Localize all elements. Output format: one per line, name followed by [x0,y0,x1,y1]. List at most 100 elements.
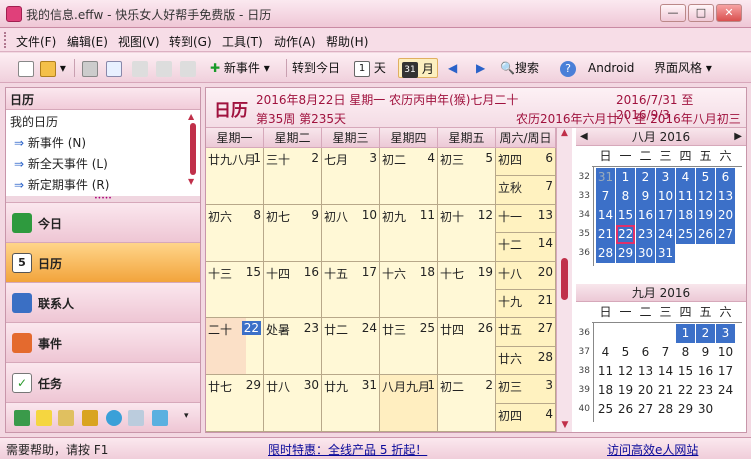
day-cell[interactable]: 八月九月 1 [380,375,438,432]
close-button[interactable]: ✕ [716,4,742,22]
weekend-cell[interactable]: 廿六 28 [496,346,556,376]
scroll-thumb[interactable] [190,123,196,175]
search-button[interactable]: 🔍搜索 [500,58,539,78]
mini-day[interactable]: 27 [636,400,655,419]
mini-day[interactable]: 8 [676,343,695,362]
menu-view[interactable]: 视图(V) [118,33,160,50]
memo-icon[interactable] [36,410,52,426]
mini-day[interactable]: 1 [676,324,695,343]
day-cell[interactable]: 初六 8 [206,204,264,262]
mini-day[interactable]: 30 [696,400,715,419]
mini-day[interactable]: 17 [656,206,675,225]
mini-day[interactable]: 18 [596,381,615,400]
mini-day[interactable]: 2 [696,324,715,343]
weekend-cell[interactable]: 立秋 7 [496,176,556,205]
mini-day[interactable]: 19 [616,381,635,400]
mini-day[interactable]: 16 [636,206,655,225]
android-button[interactable]: Android [588,58,634,78]
scroll-thumb[interactable] [561,258,568,300]
new-doc-button[interactable] [18,58,34,78]
day-cell[interactable]: 廿八 30 [264,375,322,432]
weekend-cell[interactable]: 十九 21 [496,290,556,319]
mini-day[interactable]: 22 [616,225,635,244]
nav-events[interactable]: 事件 [6,322,200,362]
nav-today[interactable]: 今日 [6,202,200,242]
mini-day[interactable]: 13 [636,362,655,381]
menu-file[interactable]: 文件(F) [16,33,56,50]
day-cell[interactable]: 廿二 24 [322,318,380,376]
chevron-down-icon[interactable]: ▾ [184,411,189,421]
find-icon[interactable] [128,410,144,426]
preview-button[interactable] [106,58,122,78]
weekend-cell[interactable]: 初四 4 [496,403,556,432]
day-cell[interactable]: 初七 9 [264,204,322,262]
mini-day[interactable]: 3 [656,168,675,187]
weekend-cell[interactable]: 初三 3 [496,375,556,404]
mini-day[interactable]: 7 [596,187,615,206]
documents-icon[interactable] [58,410,74,426]
notes-icon[interactable] [14,410,30,426]
day-cell[interactable]: 初三 5 [438,148,496,205]
day-cell[interactable]: 十三 15 [206,261,264,319]
mini-day[interactable]: 5 [696,168,715,187]
mini-day[interactable]: 28 [596,244,615,263]
day-cell[interactable]: 初八 10 [322,204,380,262]
mini-day[interactable]: 13 [716,187,735,206]
mini-day[interactable]: 10 [656,187,675,206]
day-cell[interactable]: 初十 12 [438,204,496,262]
action-new-recurring-event[interactable]: ⇒ 新定期事件 (R) [14,176,109,193]
nav-calendar[interactable]: 5 日历 [6,242,200,282]
day-cell[interactable]: 初九 11 [380,204,438,262]
weekend-cell[interactable]: 十一 13 [496,204,556,234]
mini-day[interactable]: 9 [696,343,715,362]
day-cell[interactable]: 七月 3 [322,148,380,205]
mini-day[interactable]: 3 [716,324,735,343]
arrow-left-icon[interactable]: ◀ [580,128,588,146]
grid-scrollbar[interactable]: ▲ ▼ [556,128,572,432]
mini-day[interactable]: 8 [616,187,635,206]
sync-icon[interactable] [152,410,168,426]
paste-button[interactable] [180,58,196,78]
day-cell[interactable]: 十五 17 [322,261,380,319]
weekend-cell[interactable]: 十八 20 [496,261,556,290]
mini-day[interactable]: 31 [656,244,675,263]
day-cell[interactable]: 三十 2 [264,148,322,205]
day-cell[interactable]: 廿七 29 [206,375,264,432]
day-cell[interactable]: 廿四 26 [438,318,496,376]
menu-edit[interactable]: 编辑(E) [67,33,108,50]
list-scrollbar[interactable]: ▲ ▼ [188,112,198,194]
weekend-cell[interactable]: 廿五 27 [496,318,556,347]
mini-day[interactable]: 14 [656,362,675,381]
mini-day[interactable]: 25 [596,400,615,419]
mini-day[interactable]: 6 [636,343,655,362]
mini-day[interactable]: 5 [616,343,635,362]
mini-day[interactable]: 29 [616,244,635,263]
mini-day[interactable]: 24 [656,225,675,244]
mini-day[interactable]: 20 [716,206,735,225]
copy-button[interactable] [156,58,172,78]
menu-goto[interactable]: 转到(G) [169,33,212,50]
mini-day[interactable]: 26 [616,400,635,419]
mini-day[interactable]: 12 [696,187,715,206]
mini-day[interactable]: 24 [716,381,735,400]
mini-day[interactable]: 18 [676,206,695,225]
cut-button[interactable] [132,58,148,78]
mini-day[interactable]: 2 [636,168,655,187]
day-cell[interactable]: 二十 22 [206,318,264,376]
mini-day[interactable]: 27 [716,225,735,244]
mini-day[interactable]: 21 [596,225,615,244]
mini-day[interactable]: 1 [616,168,635,187]
mini-day[interactable]: 15 [616,206,635,225]
day-cell[interactable]: 处暑 23 [264,318,322,376]
day-cell[interactable]: 十四 16 [264,261,322,319]
mini-day[interactable]: 23 [696,381,715,400]
mini-day[interactable]: 28 [656,400,675,419]
mini-day[interactable]: 11 [676,187,695,206]
mini-day[interactable]: 29 [676,400,695,419]
promo-link[interactable]: 限时特惠：全线产品 5 折起！ [268,441,427,458]
menu-help[interactable]: 帮助(H) [326,33,368,50]
mini-day[interactable]: 16 [696,362,715,381]
weekend-cell[interactable]: 初四 6 [496,148,556,177]
mini-day[interactable]: 11 [596,362,615,381]
mini-day[interactable]: 23 [636,225,655,244]
